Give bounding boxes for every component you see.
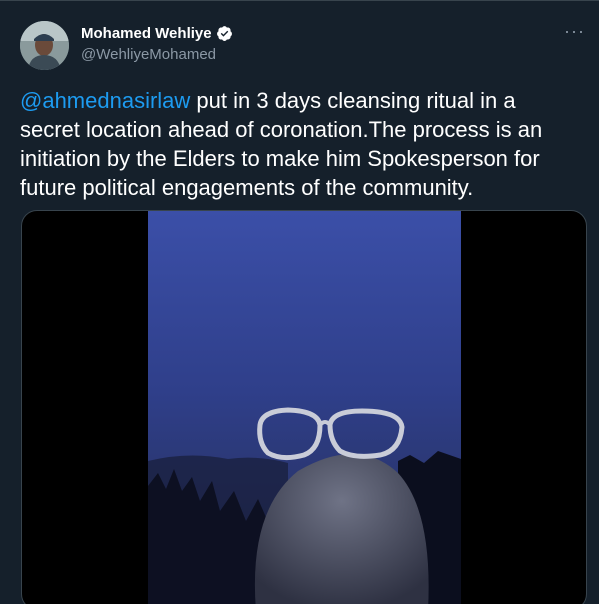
avatar-image [20,21,69,70]
tweet-card[interactable]: Mohamed Wehliye @WehliyeMohamed ··· @ahm… [0,0,599,604]
mention-link[interactable]: @ahmednasirlaw [20,88,190,113]
video-media[interactable] [21,210,587,604]
author-handle[interactable]: @WehliyeMohamed [81,46,216,63]
author-name-row[interactable]: Mohamed Wehliye [81,25,233,42]
more-dots-icon[interactable]: ··· [564,21,585,42]
tweet-text: @ahmednasirlaw put in 3 days cleansing r… [20,86,580,202]
video-thumbnail [148,211,461,604]
verified-badge-icon [216,26,232,41]
avatar[interactable] [20,21,69,70]
author-display-name[interactable]: Mohamed Wehliye [81,25,212,42]
